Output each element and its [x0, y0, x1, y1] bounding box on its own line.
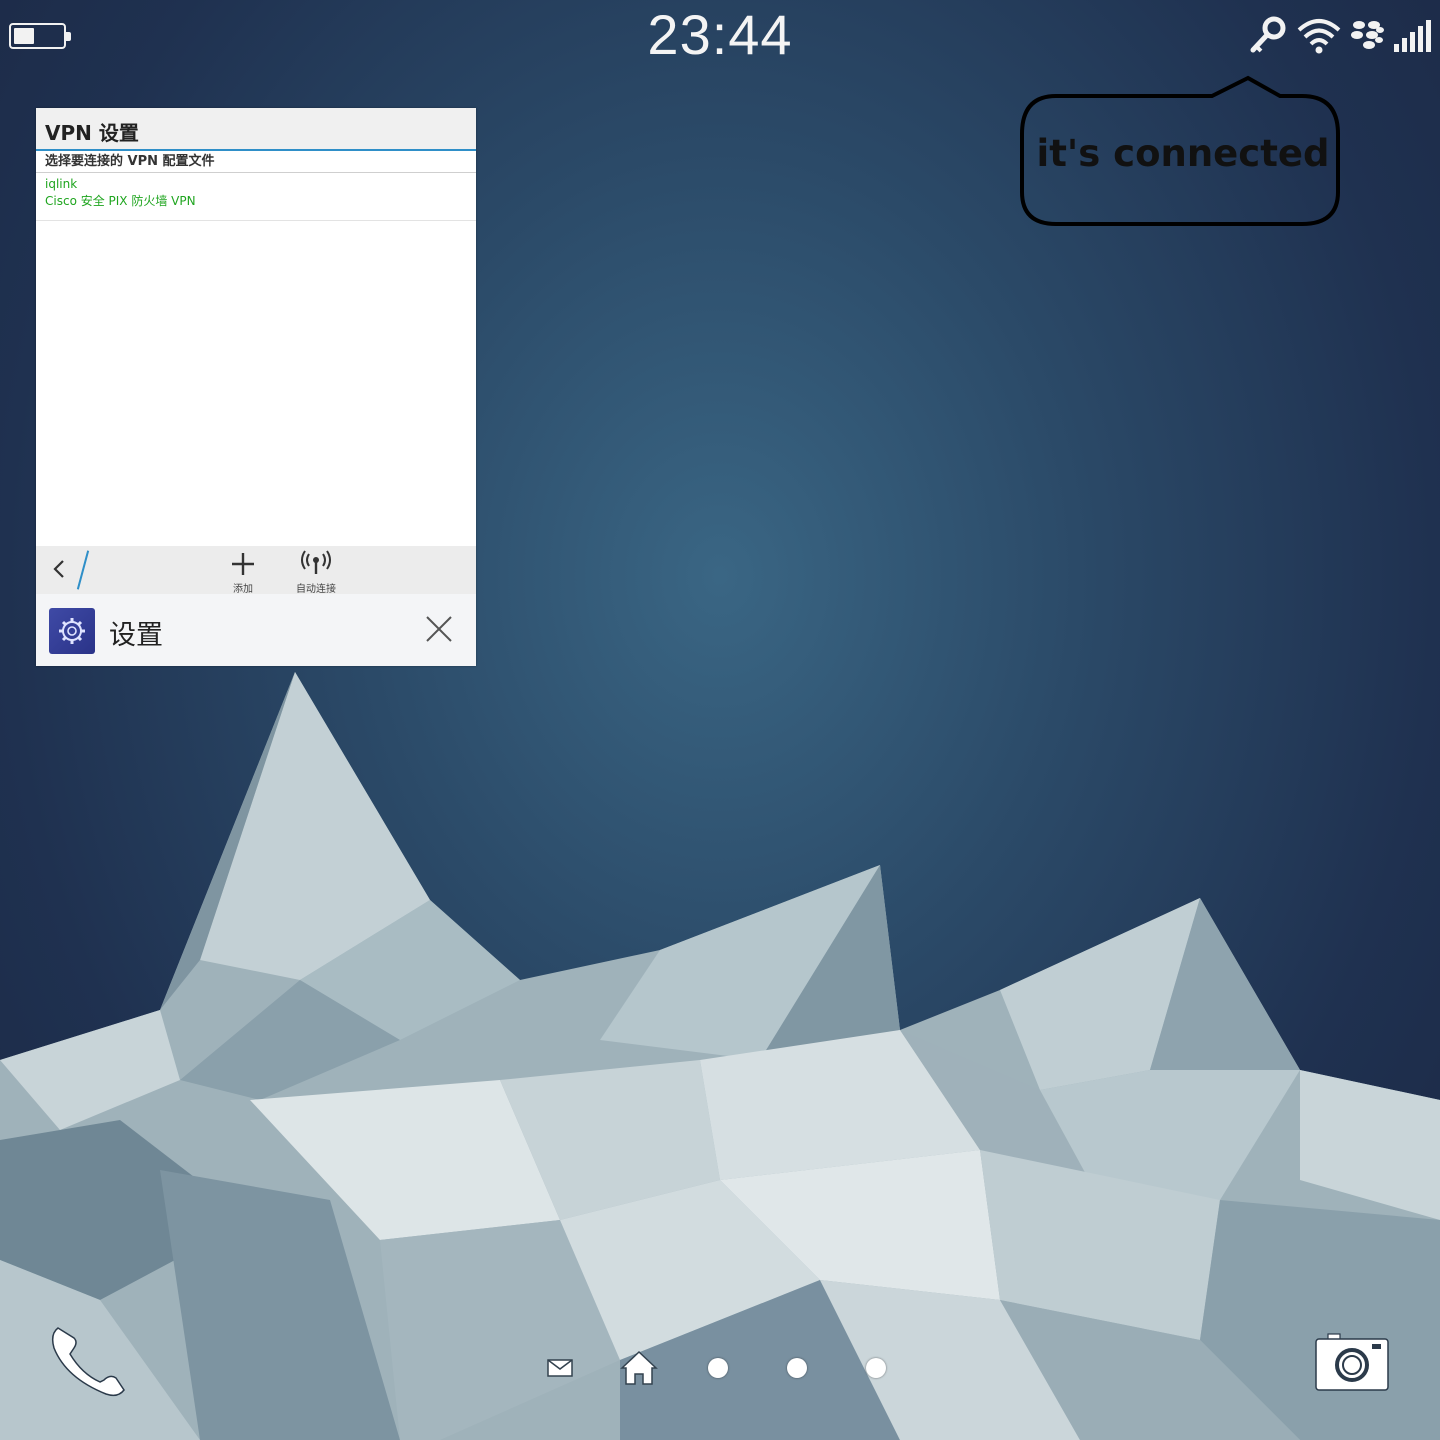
- gear-icon: [59, 618, 85, 644]
- add-label: 添加: [233, 584, 253, 595]
- vpn-profile-list: iqlink Cisco 安全 PIX 防火墙 VPN: [36, 173, 476, 221]
- battery-level-fill: [14, 28, 35, 44]
- settings-app-icon: [49, 608, 95, 654]
- auto-connect-icon: [301, 550, 331, 574]
- vpn-key-icon: [1250, 16, 1286, 53]
- phone-icon[interactable]: [46, 1320, 130, 1400]
- close-icon[interactable]: [424, 614, 454, 644]
- app-name: 设置: [109, 620, 163, 651]
- mail-icon[interactable]: [546, 1356, 574, 1380]
- add-button[interactable]: 添加: [208, 550, 278, 595]
- card-header: VPN 设置: [36, 108, 476, 151]
- blackberry-icon: [1351, 21, 1384, 49]
- add-icon: [232, 553, 254, 575]
- home-icon[interactable]: [618, 1348, 660, 1388]
- vpn-profile-item[interactable]: iqlink Cisco 安全 PIX 防火墙 VPN: [45, 176, 467, 210]
- page-dot[interactable]: [866, 1358, 886, 1378]
- clock: 23:44: [647, 3, 793, 66]
- chevron-left-icon: [53, 560, 64, 578]
- back-button[interactable]: [52, 558, 66, 584]
- status-bar: 23:44: [0, 0, 1440, 80]
- auto-connect-button[interactable]: 自动连接: [281, 550, 351, 595]
- camera-icon[interactable]: [1314, 1332, 1392, 1394]
- auto-connect-label: 自动连接: [296, 584, 336, 595]
- app-frame-footer: 设置: [36, 594, 476, 666]
- battery-icon: [9, 23, 71, 49]
- vpn-profile-description: Cisco 安全 PIX 防火墙 VPN: [45, 194, 196, 208]
- action-bar: 添加 自动连接: [36, 546, 476, 595]
- wifi-icon: [1297, 19, 1341, 54]
- vpn-profile-name: iqlink: [45, 177, 78, 191]
- page-dot[interactable]: [708, 1358, 728, 1378]
- app-card[interactable]: VPN 设置 选择要连接的 VPN 配置文件 iqlink Cisco 安全 P…: [36, 108, 476, 666]
- cellular-signal-icon: [1394, 20, 1431, 52]
- annotation-text: it's connected: [1036, 132, 1330, 175]
- page-title: VPN 设置: [45, 121, 139, 145]
- page-dot[interactable]: [787, 1358, 807, 1378]
- action-bar-divider: [76, 550, 90, 590]
- section-label: 选择要连接的 VPN 配置文件: [36, 151, 476, 173]
